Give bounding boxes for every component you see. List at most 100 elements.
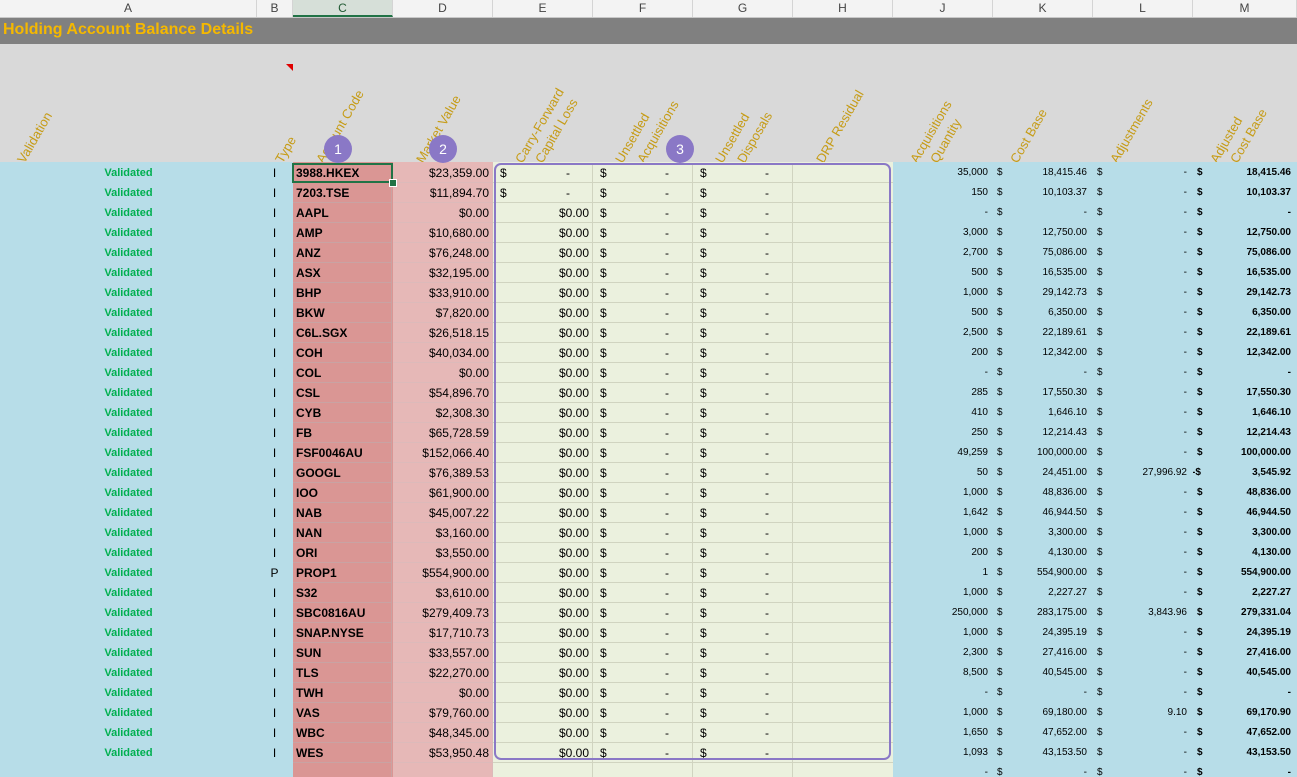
- adjustments-cell[interactable]: $ -: [1093, 563, 1193, 583]
- cost-base-cell[interactable]: $22,189.61: [993, 323, 1093, 343]
- column-header-f[interactable]: F: [593, 0, 693, 17]
- account-code-cell[interactable]: AMP: [293, 223, 392, 243]
- type-cell[interactable]: I: [257, 643, 292, 663]
- unsettled-acquisitions-cell[interactable]: [593, 763, 693, 777]
- acquisitions-quantity-cell[interactable]: 1,000: [893, 283, 993, 303]
- account-code-cell[interactable]: BKW: [293, 303, 392, 323]
- adjustments-cell[interactable]: $ -: [1093, 423, 1193, 443]
- validation-cell[interactable]: Validated: [0, 603, 257, 623]
- market-value-cell[interactable]: $0.00: [393, 683, 493, 703]
- cost-base-cell[interactable]: $18,415.46: [993, 163, 1093, 183]
- adjustments-cell[interactable]: $ -: [1093, 303, 1193, 323]
- column-header-l[interactable]: L: [1093, 0, 1193, 17]
- adjusted-cost-base-cell[interactable]: $22,189.61: [1193, 323, 1297, 343]
- type-cell[interactable]: I: [257, 663, 292, 683]
- market-value-cell[interactable]: $279,409.73: [393, 603, 493, 623]
- cost-base-cell[interactable]: $24,451.00: [993, 463, 1093, 483]
- adjusted-cost-base-cell[interactable]: $100,000.00: [1193, 443, 1297, 463]
- acquisitions-quantity-cell[interactable]: 1,000: [893, 703, 993, 723]
- carry-forward-cell[interactable]: [493, 763, 593, 777]
- adjusted-cost-base-cell[interactable]: $47,652.00: [1193, 723, 1297, 743]
- type-cell[interactable]: I: [257, 623, 292, 643]
- adjusted-cost-base-cell[interactable]: $ -: [1193, 363, 1297, 383]
- validation-cell[interactable]: Validated: [0, 563, 257, 583]
- adjustments-cell[interactable]: $ -: [1093, 623, 1193, 643]
- market-value-cell[interactable]: $54,896.70: [393, 383, 493, 403]
- validation-cell[interactable]: Validated: [0, 183, 257, 203]
- cost-base-cell[interactable]: $6,350.00: [993, 303, 1093, 323]
- cost-base-cell[interactable]: $100,000.00: [993, 443, 1093, 463]
- account-code-cell[interactable]: COH: [293, 343, 392, 363]
- adjustments-cell[interactable]: $ -: [1093, 283, 1193, 303]
- adjusted-cost-base-cell[interactable]: $ -: [1193, 763, 1297, 777]
- acquisitions-quantity-cell[interactable]: 500: [893, 303, 993, 323]
- account-code-cell[interactable]: TLS: [293, 663, 392, 683]
- adjustments-cell[interactable]: $ -: [1093, 223, 1193, 243]
- adjusted-cost-base-cell[interactable]: $2,227.27: [1193, 583, 1297, 603]
- type-cell[interactable]: I: [257, 483, 292, 503]
- adjustments-cell[interactable]: $ -: [1093, 163, 1193, 183]
- type-cell[interactable]: I: [257, 243, 292, 263]
- cost-base-cell[interactable]: $16,535.00: [993, 263, 1093, 283]
- account-code-cell[interactable]: ANZ: [293, 243, 392, 263]
- acquisitions-quantity-cell[interactable]: 250,000: [893, 603, 993, 623]
- account-code-cell[interactable]: WBC: [293, 723, 392, 743]
- cost-base-cell[interactable]: $43,153.50: [993, 743, 1093, 763]
- market-value-cell[interactable]: $33,910.00: [393, 283, 493, 303]
- type-cell[interactable]: I: [257, 403, 292, 423]
- acquisitions-quantity-cell[interactable]: 410: [893, 403, 993, 423]
- cost-base-cell[interactable]: $75,086.00: [993, 243, 1093, 263]
- market-value-cell[interactable]: $3,160.00: [393, 523, 493, 543]
- adjusted-cost-base-cell[interactable]: $69,170.90: [1193, 703, 1297, 723]
- market-value-cell[interactable]: $554,900.00: [393, 563, 493, 583]
- type-cell[interactable]: I: [257, 183, 292, 203]
- validation-cell[interactable]: Validated: [0, 743, 257, 763]
- adjustments-cell[interactable]: $ -: [1093, 583, 1193, 603]
- validation-cell[interactable]: Validated: [0, 423, 257, 443]
- market-value-cell[interactable]: $53,950.48: [393, 743, 493, 763]
- validation-cell[interactable]: Validated: [0, 263, 257, 283]
- account-code-cell[interactable]: TWH: [293, 683, 392, 703]
- adjusted-cost-base-cell[interactable]: $12,750.00: [1193, 223, 1297, 243]
- cost-base-cell[interactable]: $12,750.00: [993, 223, 1093, 243]
- type-cell[interactable]: I: [257, 523, 292, 543]
- market-value-cell[interactable]: $17,710.73: [393, 623, 493, 643]
- adjustments-cell[interactable]: $ -: [1093, 383, 1193, 403]
- adjustments-cell[interactable]: $ -: [1093, 343, 1193, 363]
- market-value-cell[interactable]: $76,248.00: [393, 243, 493, 263]
- adjustments-cell[interactable]: $ -: [1093, 743, 1193, 763]
- acquisitions-quantity-cell[interactable]: 50: [893, 463, 993, 483]
- adjusted-cost-base-cell[interactable]: $1,646.10: [1193, 403, 1297, 423]
- market-value-cell[interactable]: $48,345.00: [393, 723, 493, 743]
- account-code-cell[interactable]: CYB: [293, 403, 392, 423]
- validation-cell[interactable]: Validated: [0, 643, 257, 663]
- cost-base-cell[interactable]: $40,545.00: [993, 663, 1093, 683]
- cost-base-cell[interactable]: $69,180.00: [993, 703, 1093, 723]
- market-value-cell[interactable]: $3,550.00: [393, 543, 493, 563]
- account-code-cell[interactable]: S32: [293, 583, 392, 603]
- validation-cell[interactable]: Validated: [0, 723, 257, 743]
- adjustments-cell[interactable]: $ -: [1093, 643, 1193, 663]
- adjustments-cell[interactable]: $ -: [1093, 443, 1193, 463]
- market-value-cell[interactable]: $11,894.70: [393, 183, 493, 203]
- account-code-cell[interactable]: SBC0816AU: [293, 603, 392, 623]
- type-cell[interactable]: I: [257, 303, 292, 323]
- account-code-cell[interactable]: ORI: [293, 543, 392, 563]
- adjustments-cell[interactable]: $ -: [1093, 723, 1193, 743]
- validation-cell[interactable]: Validated: [0, 343, 257, 363]
- cost-base-cell[interactable]: $ -: [993, 363, 1093, 383]
- validation-cell[interactable]: Validated: [0, 523, 257, 543]
- cost-base-cell[interactable]: $3,300.00: [993, 523, 1093, 543]
- market-value-cell[interactable]: $76,389.53: [393, 463, 493, 483]
- cost-base-cell[interactable]: $554,900.00: [993, 563, 1093, 583]
- acquisitions-quantity-cell[interactable]: 3,000: [893, 223, 993, 243]
- adjustments-cell[interactable]: $ -: [1093, 663, 1193, 683]
- acquisitions-quantity-cell[interactable]: 49,259: [893, 443, 993, 463]
- type-cell[interactable]: I: [257, 343, 292, 363]
- cost-base-cell[interactable]: $48,836.00: [993, 483, 1093, 503]
- column-header-a[interactable]: A: [0, 0, 257, 17]
- acquisitions-quantity-cell[interactable]: -: [893, 683, 993, 703]
- adjustments-cell[interactable]: $ -: [1093, 483, 1193, 503]
- market-value-cell[interactable]: $3,610.00: [393, 583, 493, 603]
- acquisitions-quantity-cell[interactable]: 250: [893, 423, 993, 443]
